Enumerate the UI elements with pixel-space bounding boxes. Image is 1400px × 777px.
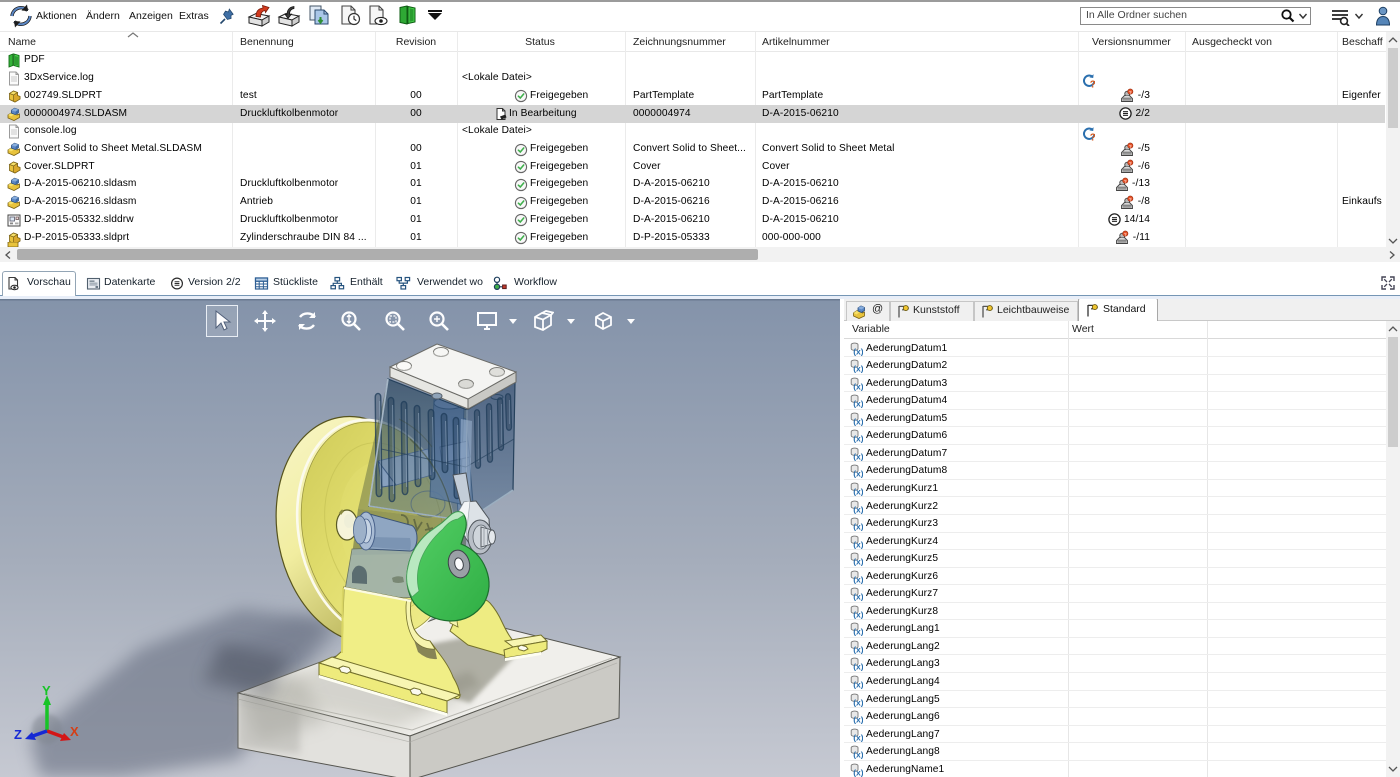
svg-text:(x): (x) bbox=[853, 539, 863, 548]
svg-text:(x): (x) bbox=[853, 346, 863, 355]
svg-text:(x): (x) bbox=[853, 399, 863, 408]
svg-text:(x): (x) bbox=[853, 750, 863, 759]
svg-text:(x): (x) bbox=[853, 732, 863, 741]
svg-text:(x): (x) bbox=[853, 557, 863, 566]
svg-text:(x): (x) bbox=[853, 522, 863, 531]
svg-text:(x): (x) bbox=[853, 416, 863, 425]
svg-text:(x): (x) bbox=[853, 627, 863, 636]
svg-text:(x): (x) bbox=[853, 504, 863, 513]
svg-text:(x): (x) bbox=[853, 697, 863, 706]
svg-text:(x): (x) bbox=[853, 364, 863, 373]
svg-text:(x): (x) bbox=[853, 574, 863, 583]
svg-text:(x): (x) bbox=[853, 451, 863, 460]
svg-text:(x): (x) bbox=[853, 592, 863, 601]
svg-text:(x): (x) bbox=[853, 434, 863, 443]
svg-text:?: ? bbox=[1090, 132, 1095, 141]
svg-text:(x): (x) bbox=[853, 486, 863, 495]
svg-text:(x): (x) bbox=[853, 767, 863, 776]
svg-text:(x): (x) bbox=[853, 715, 863, 724]
svg-text:(x): (x) bbox=[853, 609, 863, 618]
svg-text:(x): (x) bbox=[853, 680, 863, 689]
svg-text:?: ? bbox=[1090, 79, 1095, 88]
svg-text:(x): (x) bbox=[853, 469, 863, 478]
svg-text:(x): (x) bbox=[853, 662, 863, 671]
svg-text:(x): (x) bbox=[853, 644, 863, 653]
svg-text:Y: Y bbox=[42, 683, 51, 698]
svg-text:X: X bbox=[70, 724, 79, 739]
svg-text:Z: Z bbox=[14, 727, 22, 742]
svg-text:(x): (x) bbox=[853, 381, 863, 390]
